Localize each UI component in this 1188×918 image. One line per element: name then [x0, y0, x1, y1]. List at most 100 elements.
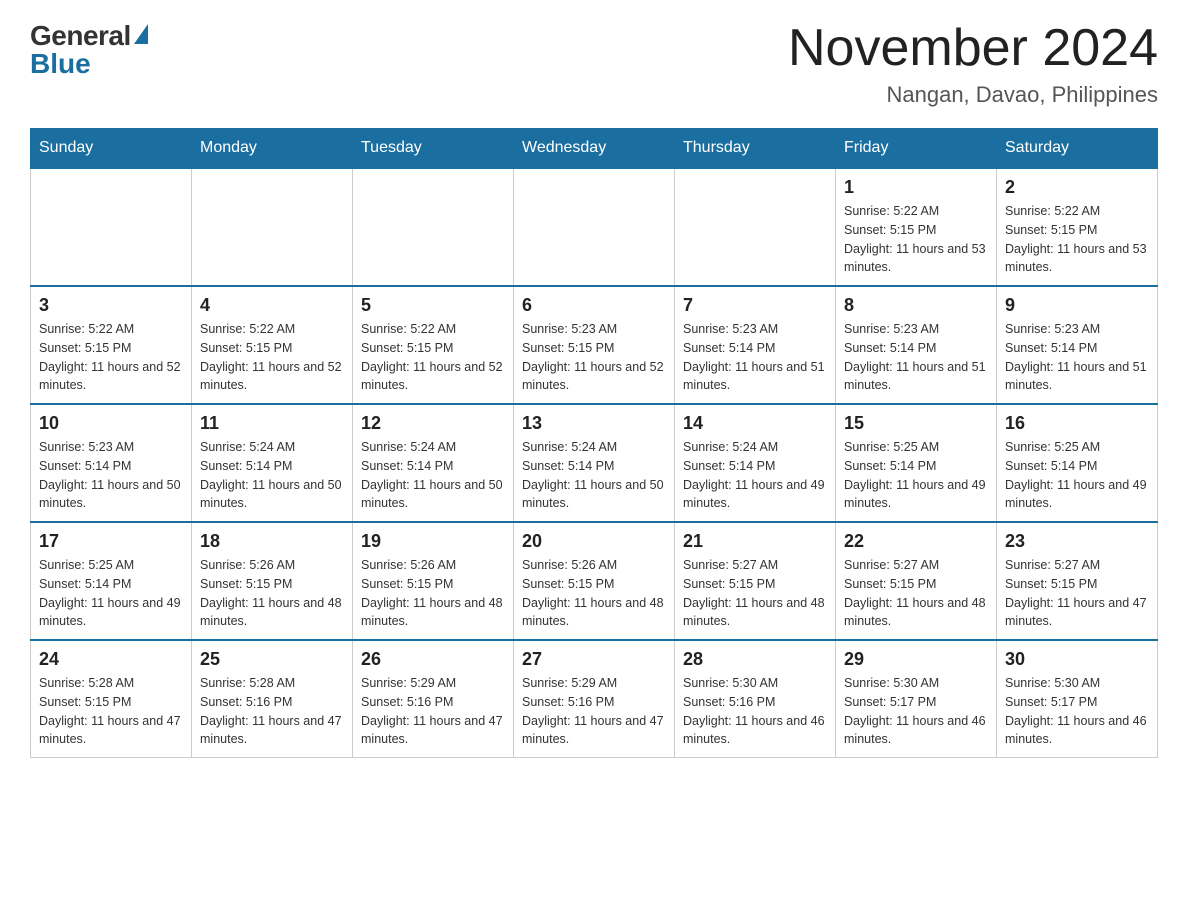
day-number: 18 — [200, 531, 344, 552]
day-info: Sunrise: 5:22 AMSunset: 5:15 PMDaylight:… — [361, 320, 505, 395]
day-info: Sunrise: 5:23 AMSunset: 5:14 PMDaylight:… — [1005, 320, 1149, 395]
day-info: Sunrise: 5:27 AMSunset: 5:15 PMDaylight:… — [683, 556, 827, 631]
day-info: Sunrise: 5:25 AMSunset: 5:14 PMDaylight:… — [39, 556, 183, 631]
calendar-cell: 27 Sunrise: 5:29 AMSunset: 5:16 PMDayligh… — [514, 640, 675, 758]
day-number: 6 — [522, 295, 666, 316]
week-row-2: 3 Sunrise: 5:22 AMSunset: 5:15 PMDaylight… — [31, 286, 1158, 404]
day-info: Sunrise: 5:22 AMSunset: 5:15 PMDaylight:… — [200, 320, 344, 395]
day-number: 4 — [200, 295, 344, 316]
day-info: Sunrise: 5:22 AMSunset: 5:15 PMDaylight:… — [844, 202, 988, 277]
title-section: November 2024 Nangan, Davao, Philippines — [788, 20, 1158, 108]
day-number: 11 — [200, 413, 344, 434]
calendar-cell: 22 Sunrise: 5:27 AMSunset: 5:15 PMDayligh… — [836, 522, 997, 640]
calendar-cell: 20Sunrise: 5:26 AMSunset: 5:15 PMDayligh… — [514, 522, 675, 640]
calendar-cell — [675, 168, 836, 286]
calendar-cell: 11 Sunrise: 5:24 AMSunset: 5:14 PMDayligh… — [192, 404, 353, 522]
day-number: 27 — [522, 649, 666, 670]
day-number: 9 — [1005, 295, 1149, 316]
day-number: 25 — [200, 649, 344, 670]
day-info: Sunrise: 5:27 AMSunset: 5:15 PMDaylight:… — [1005, 556, 1149, 631]
calendar-table: SundayMondayTuesdayWednesdayThursdayFrid… — [30, 128, 1158, 758]
day-number: 24 — [39, 649, 183, 670]
month-title: November 2024 — [788, 20, 1158, 77]
calendar-cell: 30 Sunrise: 5:30 AMSunset: 5:17 PMDayligh… — [997, 640, 1158, 758]
calendar-cell: 28 Sunrise: 5:30 AMSunset: 5:16 PMDayligh… — [675, 640, 836, 758]
page-header: General Blue November 2024 Nangan, Davao… — [30, 20, 1158, 108]
day-number: 2 — [1005, 177, 1149, 198]
calendar-cell: 24 Sunrise: 5:28 AMSunset: 5:15 PMDayligh… — [31, 640, 192, 758]
day-info: Sunrise: 5:29 AMSunset: 5:16 PMDaylight:… — [522, 674, 666, 749]
day-number: 23 — [1005, 531, 1149, 552]
day-info: Sunrise: 5:25 AMSunset: 5:14 PMDaylight:… — [844, 438, 988, 513]
calendar-cell — [353, 168, 514, 286]
day-info: Sunrise: 5:23 AMSunset: 5:14 PMDaylight:… — [683, 320, 827, 395]
calendar-header-wednesday: Wednesday — [514, 129, 675, 169]
day-info: Sunrise: 5:27 AMSunset: 5:15 PMDaylight:… — [844, 556, 988, 631]
calendar-header-sunday: Sunday — [31, 129, 192, 169]
location: Nangan, Davao, Philippines — [788, 82, 1158, 108]
day-number: 29 — [844, 649, 988, 670]
day-info: Sunrise: 5:30 AMSunset: 5:17 PMDaylight:… — [844, 674, 988, 749]
day-number: 13 — [522, 413, 666, 434]
day-info: Sunrise: 5:24 AMSunset: 5:14 PMDaylight:… — [522, 438, 666, 513]
calendar-cell: 29 Sunrise: 5:30 AMSunset: 5:17 PMDayligh… — [836, 640, 997, 758]
day-info: Sunrise: 5:22 AMSunset: 5:15 PMDaylight:… — [1005, 202, 1149, 277]
day-info: Sunrise: 5:23 AMSunset: 5:15 PMDaylight:… — [522, 320, 666, 395]
calendar-cell: 4 Sunrise: 5:22 AMSunset: 5:15 PMDaylight… — [192, 286, 353, 404]
week-row-3: 10 Sunrise: 5:23 AMSunset: 5:14 PMDayligh… — [31, 404, 1158, 522]
calendar-cell: 13 Sunrise: 5:24 AMSunset: 5:14 PMDayligh… — [514, 404, 675, 522]
day-info: Sunrise: 5:29 AMSunset: 5:16 PMDaylight:… — [361, 674, 505, 749]
calendar-cell: 15 Sunrise: 5:25 AMSunset: 5:14 PMDayligh… — [836, 404, 997, 522]
day-info: Sunrise: 5:30 AMSunset: 5:17 PMDaylight:… — [1005, 674, 1149, 749]
calendar-cell: 21 Sunrise: 5:27 AMSunset: 5:15 PMDayligh… — [675, 522, 836, 640]
day-number: 20 — [522, 531, 666, 552]
calendar-cell: 23 Sunrise: 5:27 AMSunset: 5:15 PMDayligh… — [997, 522, 1158, 640]
day-info: Sunrise: 5:28 AMSunset: 5:15 PMDaylight:… — [39, 674, 183, 749]
calendar-cell: 10 Sunrise: 5:23 AMSunset: 5:14 PMDayligh… — [31, 404, 192, 522]
day-info: Sunrise: 5:28 AMSunset: 5:16 PMDaylight:… — [200, 674, 344, 749]
day-info: Sunrise: 5:24 AMSunset: 5:14 PMDaylight:… — [200, 438, 344, 513]
day-info: Sunrise: 5:22 AMSunset: 5:15 PMDaylight:… — [39, 320, 183, 395]
day-info: Sunrise: 5:23 AMSunset: 5:14 PMDaylight:… — [844, 320, 988, 395]
day-number: 28 — [683, 649, 827, 670]
day-info: Sunrise: 5:26 AMSunset: 5:15 PMDaylight:… — [361, 556, 505, 631]
calendar-cell: 2 Sunrise: 5:22 AMSunset: 5:15 PMDaylight… — [997, 168, 1158, 286]
day-number: 15 — [844, 413, 988, 434]
day-number: 8 — [844, 295, 988, 316]
calendar-cell — [31, 168, 192, 286]
calendar-cell: 17 Sunrise: 5:25 AMSunset: 5:14 PMDayligh… — [31, 522, 192, 640]
day-number: 21 — [683, 531, 827, 552]
calendar-cell: 18 Sunrise: 5:26 AMSunset: 5:15 PMDayligh… — [192, 522, 353, 640]
calendar-cell — [514, 168, 675, 286]
day-number: 22 — [844, 531, 988, 552]
calendar-header-row: SundayMondayTuesdayWednesdayThursdayFrid… — [31, 129, 1158, 169]
week-row-1: 1Sunrise: 5:22 AMSunset: 5:15 PMDaylight… — [31, 168, 1158, 286]
calendar-cell: 9 Sunrise: 5:23 AMSunset: 5:14 PMDaylight… — [997, 286, 1158, 404]
day-number: 17 — [39, 531, 183, 552]
day-info: Sunrise: 5:30 AMSunset: 5:16 PMDaylight:… — [683, 674, 827, 749]
day-number: 14 — [683, 413, 827, 434]
logo-triangle-icon — [134, 24, 148, 44]
day-info: Sunrise: 5:26 AMSunset: 5:15 PMDaylight:… — [200, 556, 344, 631]
logo: General Blue — [30, 20, 148, 80]
calendar-cell: 3 Sunrise: 5:22 AMSunset: 5:15 PMDaylight… — [31, 286, 192, 404]
calendar-header-tuesday: Tuesday — [353, 129, 514, 169]
calendar-cell: 25 Sunrise: 5:28 AMSunset: 5:16 PMDayligh… — [192, 640, 353, 758]
calendar-header-friday: Friday — [836, 129, 997, 169]
calendar-cell: 5Sunrise: 5:22 AMSunset: 5:15 PMDaylight… — [353, 286, 514, 404]
day-number: 30 — [1005, 649, 1149, 670]
calendar-cell: 1Sunrise: 5:22 AMSunset: 5:15 PMDaylight… — [836, 168, 997, 286]
calendar-header-monday: Monday — [192, 129, 353, 169]
logo-blue-text: Blue — [30, 48, 91, 80]
day-number: 16 — [1005, 413, 1149, 434]
calendar-header-thursday: Thursday — [675, 129, 836, 169]
day-info: Sunrise: 5:23 AMSunset: 5:14 PMDaylight:… — [39, 438, 183, 513]
week-row-5: 24 Sunrise: 5:28 AMSunset: 5:15 PMDayligh… — [31, 640, 1158, 758]
calendar-cell: 26 Sunrise: 5:29 AMSunset: 5:16 PMDayligh… — [353, 640, 514, 758]
calendar-cell: 6 Sunrise: 5:23 AMSunset: 5:15 PMDaylight… — [514, 286, 675, 404]
day-number: 10 — [39, 413, 183, 434]
day-number: 26 — [361, 649, 505, 670]
calendar-cell: 19Sunrise: 5:26 AMSunset: 5:15 PMDayligh… — [353, 522, 514, 640]
calendar-header-saturday: Saturday — [997, 129, 1158, 169]
day-number: 3 — [39, 295, 183, 316]
